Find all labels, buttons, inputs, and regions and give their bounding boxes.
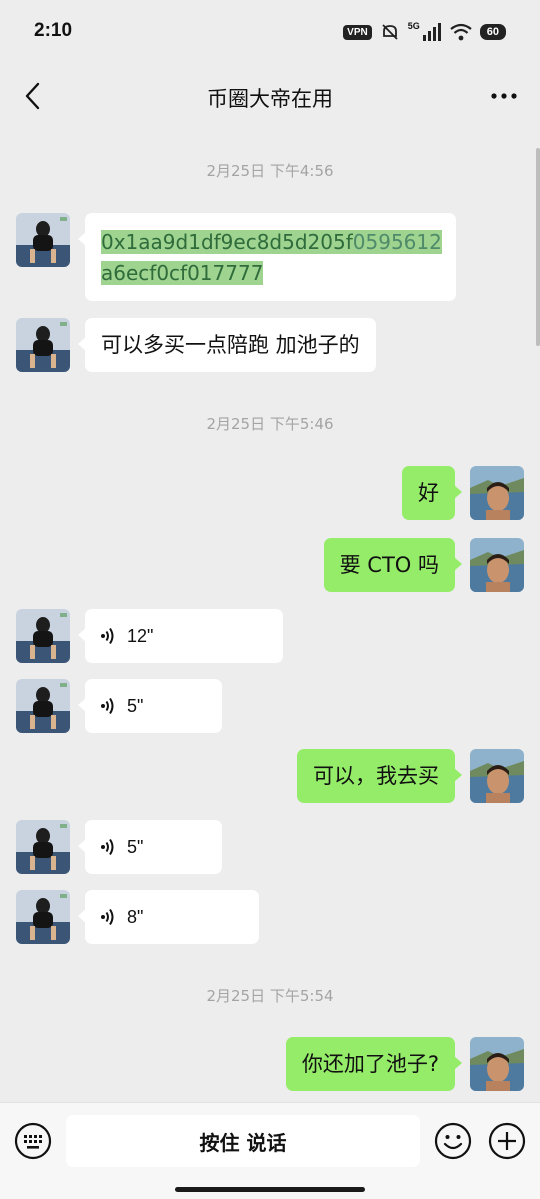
avatar-contact[interactable] bbox=[16, 679, 70, 733]
status-icons: VPN 5G 60 bbox=[343, 20, 506, 44]
plus-circle-icon bbox=[488, 1122, 526, 1160]
avatar-contact[interactable] bbox=[16, 890, 70, 944]
address-part-3: a6ecf0cf017777 bbox=[101, 261, 264, 285]
address-part-1: 0x1aa9d1df9ec8d5d205f bbox=[101, 230, 353, 254]
vpn-badge: VPN bbox=[343, 24, 372, 40]
chat-title: 币圈大帝在用 bbox=[207, 87, 333, 111]
timestamp: 2月25日 下午5:46 bbox=[206, 415, 334, 433]
avatar-contact[interactable] bbox=[16, 213, 70, 267]
voice-message[interactable]: 12" bbox=[78, 609, 283, 663]
keyboard-toggle-button[interactable] bbox=[14, 1122, 52, 1160]
voice-duration: 5" bbox=[127, 696, 144, 716]
voice-wave-icon bbox=[101, 697, 114, 715]
avatar-self[interactable] bbox=[470, 1037, 524, 1091]
message-bubble[interactable]: 你还加了池子? bbox=[285, 1037, 463, 1091]
message-text: 好 bbox=[418, 481, 439, 505]
hold-to-talk-button[interactable]: 按住 说话 bbox=[66, 1115, 420, 1167]
more-button[interactable] bbox=[486, 78, 522, 114]
message-bubble[interactable]: 可以多买一点陪跑 加池子的 bbox=[78, 318, 376, 372]
message-text: 可以，我去买 bbox=[313, 764, 439, 788]
timestamp: 2月25日 下午4:56 bbox=[206, 162, 334, 180]
network-type: 5G bbox=[407, 21, 420, 31]
signal-icon bbox=[422, 23, 441, 41]
avatar-contact[interactable] bbox=[16, 820, 70, 874]
message-text: 可以多买一点陪跑 加池子的 bbox=[101, 333, 360, 357]
timestamp: 2月25日 下午5:54 bbox=[206, 987, 334, 1005]
keyboard-icon bbox=[14, 1122, 52, 1160]
avatar-contact[interactable] bbox=[16, 318, 70, 372]
status-time: 2:10 bbox=[34, 20, 73, 41]
chat-header: 币圈大帝在用 bbox=[0, 64, 540, 128]
voice-wave-icon bbox=[101, 908, 114, 926]
input-bar: 按住 说话 bbox=[0, 1102, 540, 1199]
avatar-self[interactable] bbox=[470, 466, 524, 520]
wifi-icon bbox=[450, 23, 472, 41]
battery-level: 60 bbox=[479, 24, 506, 40]
voice-duration: 12" bbox=[127, 626, 154, 646]
avatar-contact[interactable] bbox=[16, 609, 70, 663]
mute-icon bbox=[382, 24, 398, 40]
message-bubble[interactable]: 可以，我去买 bbox=[297, 749, 462, 803]
message-bubble[interactable]: 要 CTO 吗 bbox=[323, 538, 463, 592]
avatar-self[interactable] bbox=[470, 749, 524, 803]
message-bubble[interactable]: 好 bbox=[402, 466, 462, 520]
message-text: 你还加了池子? bbox=[301, 1052, 439, 1076]
emoji-button[interactable] bbox=[434, 1122, 472, 1160]
home-indicator[interactable] bbox=[175, 1187, 365, 1192]
voice-duration: 8" bbox=[127, 907, 144, 927]
voice-wave-icon bbox=[101, 627, 114, 645]
voice-wave-icon bbox=[101, 838, 114, 856]
avatar-self[interactable] bbox=[470, 538, 524, 592]
more-actions-button[interactable] bbox=[488, 1122, 526, 1160]
voice-message[interactable]: 8" bbox=[78, 890, 259, 944]
status-bar: 2:10 VPN 5G 60 bbox=[0, 0, 540, 64]
message-text: 要 CTO 吗 bbox=[339, 553, 439, 577]
more-dots-icon bbox=[491, 93, 517, 99]
address-part-2: 0595612 bbox=[352, 230, 442, 254]
emoji-icon bbox=[434, 1122, 472, 1160]
message-bubble-address[interactable]: 0x1aa9d1df9ec8d5d205f0595612 a6ecf0cf017… bbox=[78, 213, 456, 301]
voice-message[interactable]: 5" bbox=[78, 820, 222, 874]
voice-duration: 5" bbox=[127, 837, 144, 857]
voice-message[interactable]: 5" bbox=[78, 679, 222, 733]
